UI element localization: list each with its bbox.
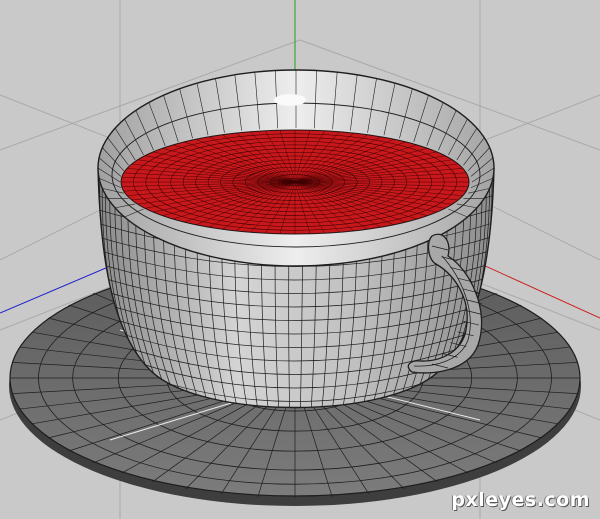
watermark-text: pxleyes.com <box>451 489 590 511</box>
3d-viewport[interactable]: pxleyes.com <box>0 0 600 519</box>
3d-scene <box>0 0 600 519</box>
